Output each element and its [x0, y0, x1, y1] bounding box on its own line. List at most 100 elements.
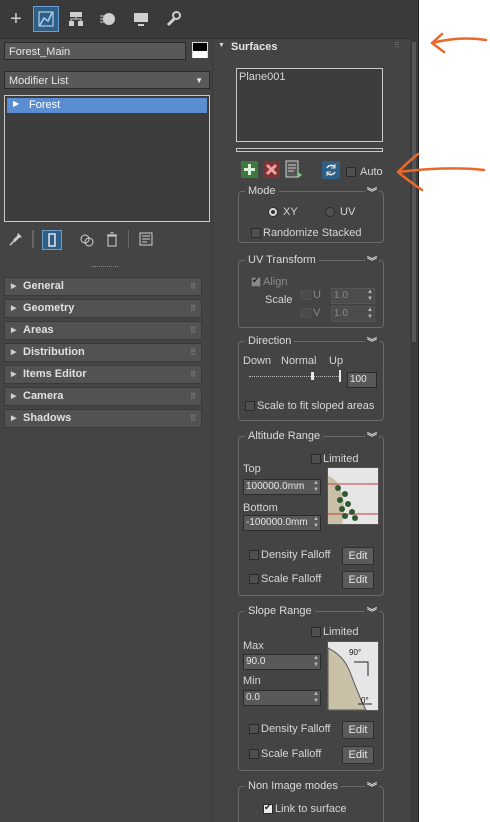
surfaces-list-scrollbar[interactable]	[236, 148, 383, 152]
rollup-distribution[interactable]: ▶ Distribution ⠿	[4, 343, 202, 362]
mode-uv-radio[interactable]	[325, 207, 335, 217]
plus-icon: +	[10, 7, 22, 30]
stack-item-label: Forest	[29, 99, 61, 111]
double-chevron-icon[interactable]: ︾	[365, 334, 379, 349]
object-name-field[interactable]: Forest_Main	[4, 42, 186, 60]
rollup-label: Distribution	[23, 346, 85, 358]
altitude-top-label: Top	[243, 463, 261, 475]
configure-sets-icon[interactable]	[138, 231, 154, 247]
altitude-bottom-spinner[interactable]: -100000.0mm ▲ ▼	[243, 515, 321, 531]
remove-surface-icon[interactable]	[263, 161, 280, 178]
command-panel-tabs: +	[0, 0, 418, 39]
pick-list-icon[interactable]	[285, 160, 303, 179]
rollup-camera[interactable]: ▶ Camera ⠿	[4, 387, 202, 406]
grip-icon: ⠿	[190, 282, 196, 291]
stack-item-forest[interactable]: ▶ Forest	[7, 98, 207, 113]
rollup-items-editor[interactable]: ▶ Items Editor ⠿	[4, 365, 202, 384]
utilities-tab[interactable]	[160, 6, 186, 32]
slope-min-label: Min	[243, 675, 261, 687]
slope-limited-checkbox[interactable]	[311, 627, 321, 637]
mode-xy-radio[interactable]	[268, 207, 278, 217]
expand-triangle-icon: ▶	[11, 305, 17, 312]
rollup-label: Geometry	[23, 302, 75, 314]
slope-density-edit-button[interactable]: Edit	[342, 721, 374, 739]
align-checkbox[interactable]	[251, 275, 261, 287]
refresh-icon[interactable]	[322, 161, 340, 179]
direction-slider[interactable]	[249, 370, 341, 384]
randomize-stacked-label: Randomize Stacked	[263, 227, 362, 239]
scale-label: Scale	[265, 294, 293, 306]
grip-icon: ⠿	[190, 414, 196, 423]
add-surface-icon[interactable]	[241, 161, 258, 178]
pin-stack-icon[interactable]	[8, 231, 24, 247]
double-chevron-icon[interactable]: ︾	[365, 779, 379, 794]
surfaces-list[interactable]: Plane001	[236, 68, 383, 142]
u-scale-value: 1.0	[334, 290, 348, 301]
surfaces-rollup-title[interactable]: Surfaces	[231, 41, 277, 53]
direction-slider-thumb[interactable]	[311, 372, 314, 380]
slope-min-spinner[interactable]: 0.0 ▲ ▼	[243, 690, 321, 706]
trash-icon[interactable]	[104, 231, 120, 247]
modifier-list-dropdown[interactable]: Modifier List ▼	[4, 71, 210, 89]
double-chevron-icon[interactable]: ︾	[365, 604, 379, 619]
collapse-triangle-icon[interactable]: ▼	[218, 42, 225, 49]
display-tab[interactable]	[128, 6, 154, 32]
make-unique-icon[interactable]	[78, 231, 96, 249]
direction-value-field[interactable]: 100	[347, 372, 377, 388]
randomize-stacked-checkbox[interactable]	[251, 228, 261, 238]
modify-tab[interactable]	[33, 6, 59, 32]
grip-icon: ⠿	[190, 392, 196, 401]
modifier-stack[interactable]: ▶ Forest	[4, 95, 210, 222]
direction-normal-label: Normal	[281, 355, 317, 367]
scale-sloped-checkbox[interactable]	[245, 401, 255, 411]
rollup-shadows[interactable]: ▶ Shadows ⠿	[4, 409, 202, 428]
show-end-result-button[interactable]	[42, 230, 62, 250]
link-to-surface-label: Link to surface	[275, 803, 347, 815]
slope-density-falloff-checkbox[interactable]	[249, 724, 259, 734]
slope-limited-label: Limited	[323, 626, 359, 638]
u-checkbox[interactable]	[301, 290, 311, 300]
altitude-density-falloff-checkbox[interactable]	[249, 550, 259, 560]
slope-range-title: Slope Range	[245, 605, 315, 617]
slope-max-spinner[interactable]: 90.0 ▲ ▼	[243, 654, 321, 670]
expand-triangle-icon: ▶	[11, 349, 17, 356]
altitude-scale-falloff-checkbox[interactable]	[249, 574, 259, 584]
end-result-icon	[48, 233, 56, 247]
rollup-label: Areas	[23, 324, 54, 336]
altitude-limited-checkbox[interactable]	[311, 454, 321, 464]
v-scale-spinner[interactable]: 1.0 ▲ ▼	[331, 306, 375, 322]
rollup-label: Items Editor	[23, 368, 87, 380]
altitude-bottom-value: -100000.0mm	[246, 517, 308, 528]
altitude-bottom-label: Bottom	[243, 502, 278, 514]
u-scale-spinner[interactable]: 1.0 ▲ ▼	[331, 288, 375, 304]
object-color-swatch[interactable]	[192, 42, 208, 58]
motion-tab[interactable]	[95, 6, 121, 32]
v-checkbox[interactable]	[301, 308, 311, 318]
create-tab[interactable]: +	[3, 6, 29, 32]
altitude-scale-edit-button[interactable]: Edit	[342, 571, 374, 589]
double-chevron-icon[interactable]: ︾	[365, 184, 379, 199]
hierarchy-tab[interactable]	[63, 6, 89, 32]
expand-triangle-icon: ▶	[11, 327, 17, 334]
slope-degree-bottom-label: 0°	[361, 696, 369, 705]
panel-divider	[92, 266, 118, 269]
direction-value: 100	[350, 374, 367, 385]
double-chevron-icon[interactable]: ︾	[365, 429, 379, 444]
link-to-surface-checkbox[interactable]	[263, 802, 273, 814]
rollup-areas[interactable]: ▶ Areas ⠿	[4, 321, 202, 340]
auto-checkbox[interactable]	[346, 167, 356, 177]
rollup-label: Camera	[23, 390, 64, 402]
slope-scale-falloff-label: Scale Falloff	[261, 748, 322, 760]
surfaces-list-item[interactable]: Plane001	[239, 71, 286, 83]
rollup-general[interactable]: ▶ General ⠿	[4, 277, 202, 296]
altitude-top-spinner[interactable]: 100000.0mm ▲ ▼	[243, 479, 321, 495]
altitude-density-edit-button[interactable]: Edit	[342, 547, 374, 565]
slope-scale-edit-button[interactable]: Edit	[342, 746, 374, 764]
expand-triangle-icon: ▶	[11, 283, 17, 290]
altitude-trees-icon	[328, 476, 378, 524]
slope-scale-falloff-checkbox[interactable]	[249, 749, 259, 759]
double-chevron-icon[interactable]: ︾	[365, 253, 379, 268]
expand-triangle-icon: ▶	[13, 99, 20, 108]
motion-icon	[100, 13, 115, 25]
rollup-geometry[interactable]: ▶ Geometry ⠿	[4, 299, 202, 318]
